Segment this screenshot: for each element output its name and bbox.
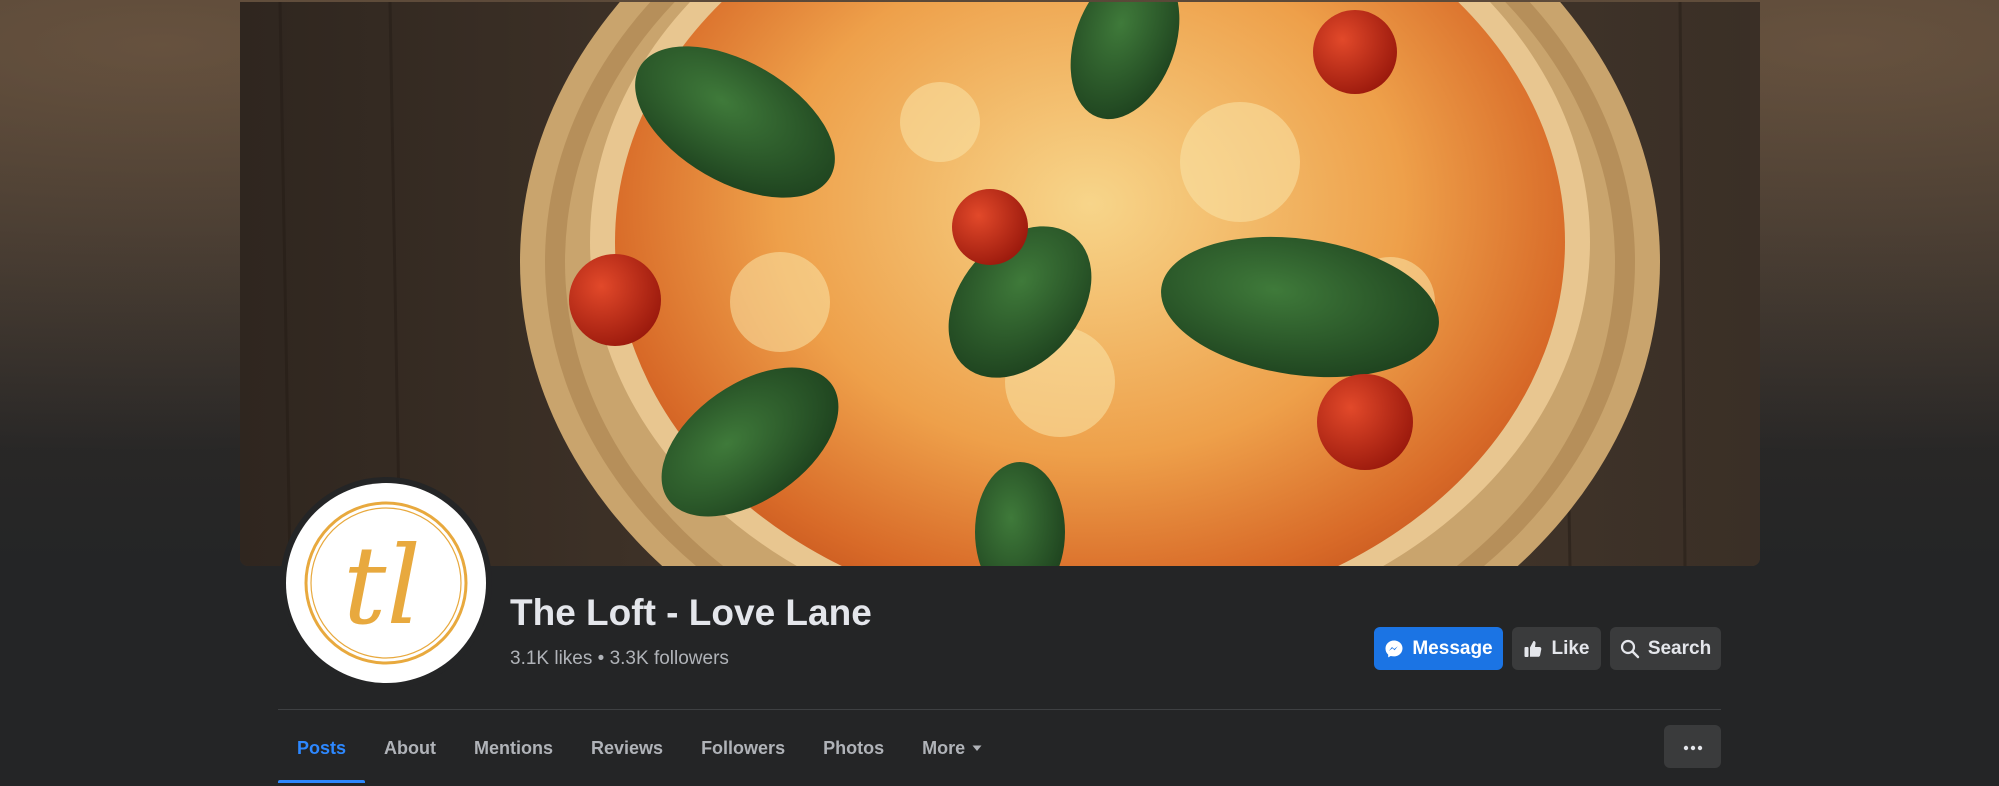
tab-label: Posts bbox=[297, 737, 347, 758]
logo-text: tl bbox=[343, 524, 421, 649]
cover-photo[interactable] bbox=[240, 2, 1760, 566]
tab-label: Mentions bbox=[474, 737, 554, 758]
caret-down-icon bbox=[971, 738, 983, 759]
tab-label: Photos bbox=[823, 737, 885, 758]
search-icon bbox=[1620, 639, 1640, 659]
tab-label: Followers bbox=[701, 737, 786, 758]
page-stats[interactable]: 3.1K likes • 3.3K followers bbox=[510, 648, 729, 670]
tab-followers[interactable]: Followers bbox=[682, 716, 804, 780]
more-dots-icon bbox=[1683, 738, 1703, 756]
tab-more[interactable]: More bbox=[903, 716, 1002, 780]
like-button-label: Like bbox=[1551, 637, 1590, 659]
like-button[interactable]: Like bbox=[1512, 627, 1601, 670]
message-button[interactable]: Message bbox=[1374, 627, 1503, 670]
tab-about[interactable]: About bbox=[365, 716, 455, 780]
tab-posts[interactable]: Posts bbox=[278, 716, 366, 783]
page-title[interactable]: The Loft - Love Lane bbox=[510, 592, 872, 634]
tab-photos[interactable]: Photos bbox=[804, 716, 903, 780]
search-button[interactable]: Search bbox=[1610, 627, 1721, 670]
tab-label: Reviews bbox=[591, 737, 664, 758]
loft-logo: tl bbox=[304, 501, 468, 665]
page-avatar[interactable]: tl bbox=[286, 483, 486, 683]
header-divider bbox=[278, 709, 1721, 710]
search-button-label: Search bbox=[1647, 637, 1712, 659]
tab-mentions[interactable]: Mentions bbox=[455, 716, 572, 780]
message-button-label: Message bbox=[1412, 637, 1493, 659]
tab-label: More bbox=[922, 737, 966, 758]
more-options-button[interactable] bbox=[1664, 725, 1721, 768]
thumbs-up-icon bbox=[1523, 639, 1543, 659]
tab-label: About bbox=[384, 737, 437, 758]
page-tabs: Posts About Mentions Reviews Followers P… bbox=[278, 716, 1002, 786]
messenger-icon bbox=[1384, 639, 1404, 659]
pizza-cover-image bbox=[240, 2, 1760, 566]
tab-reviews[interactable]: Reviews bbox=[572, 716, 682, 780]
